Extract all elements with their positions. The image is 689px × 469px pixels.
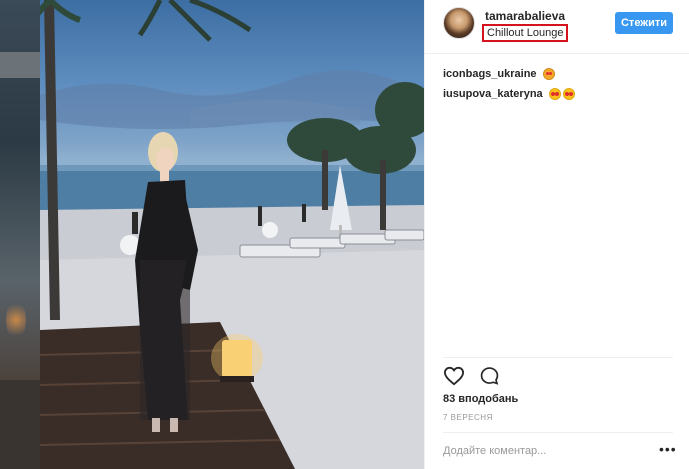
smiling-cat-heart-eyes-emoji-icon [542, 68, 555, 80]
post-sidebar: tamarabalieva Chillout Lounge Стежити ic… [424, 0, 689, 469]
heart-eyes-emoji-icon [562, 88, 575, 100]
add-comment-input[interactable] [443, 442, 643, 460]
comment-username[interactable]: iusupova_kateryna [443, 88, 543, 100]
comment-bubble-icon[interactable] [479, 366, 500, 388]
background-light [6, 300, 26, 340]
author-avatar[interactable] [443, 7, 475, 39]
comment-username[interactable]: iconbags_ukraine [443, 68, 537, 80]
background-dark [0, 380, 40, 469]
comments-list: iconbags_ukraine iusupova_kateryna [443, 64, 673, 104]
heart-eyes-emoji-icon [548, 88, 561, 100]
post-header: tamarabalieva Chillout Lounge Стежити [425, 0, 689, 54]
post-photo[interactable] [40, 0, 424, 469]
background-page [0, 0, 40, 469]
likes-count[interactable]: 83 вподобань [443, 393, 518, 405]
like-heart-icon[interactable] [443, 366, 465, 388]
follow-button[interactable]: Стежити [615, 12, 673, 34]
add-comment-section: ••• [443, 432, 676, 469]
post-actions [443, 366, 500, 388]
beach-photo-illustration [40, 0, 424, 469]
post-location[interactable]: Chillout Lounge [482, 24, 569, 42]
author-username[interactable]: tamarabalieva [485, 9, 565, 23]
more-options-button[interactable]: ••• [659, 442, 677, 456]
comment-item: iusupova_kateryna [443, 84, 673, 104]
post-date[interactable]: 7 ВЕРЕСНЯ [443, 413, 493, 422]
comment-item: iconbags_ukraine [443, 64, 673, 84]
background-stripe [0, 52, 40, 78]
divider [443, 357, 673, 358]
